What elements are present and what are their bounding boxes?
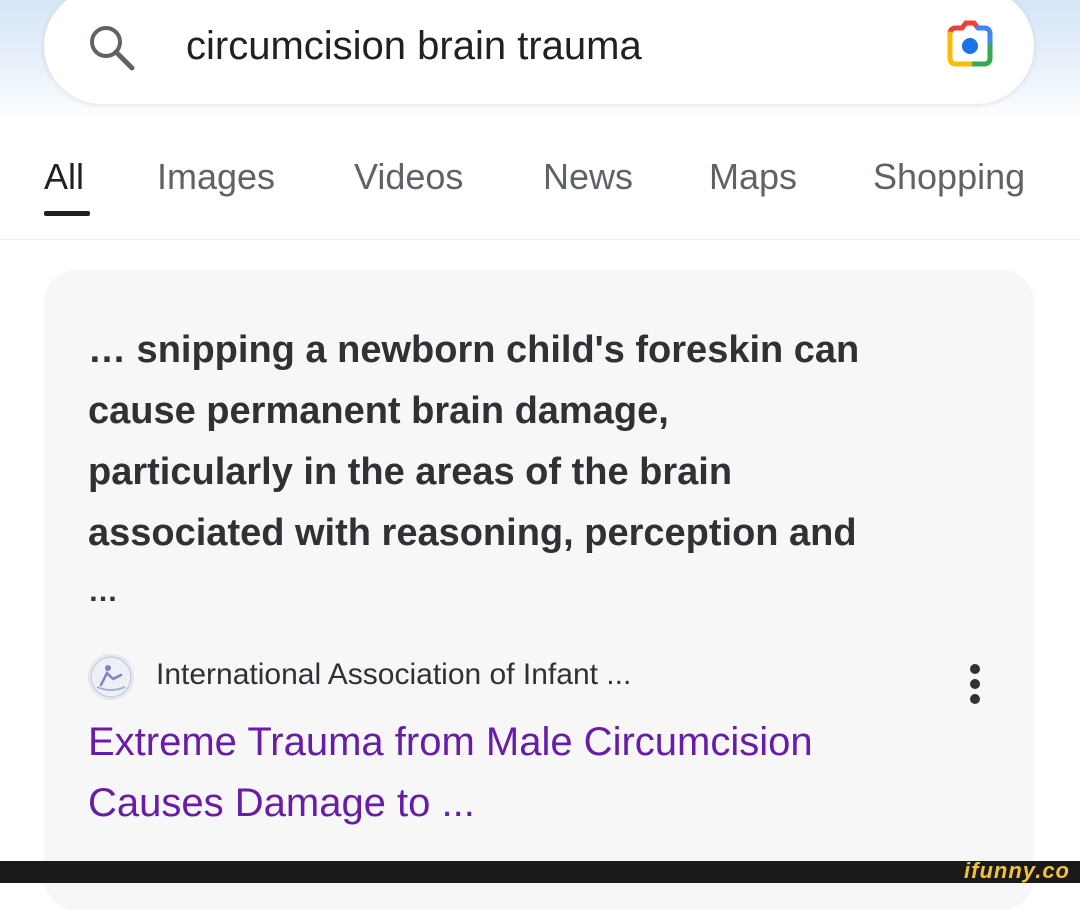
result-source-name[interactable]: International Association of Infant ... [156,658,631,692]
result-title-line[interactable]: Extreme Trauma from Male Circumcision [88,712,988,773]
infant-figure-icon [88,654,134,700]
more-vertical-icon[interactable] [965,660,985,706]
tab-videos[interactable]: Videos [354,156,463,198]
tab-all[interactable]: All [44,156,84,198]
result-title-line[interactable]: Causes Damage to ... [88,773,988,834]
snippet-line: … snipping a newborn child's foreskin ca… [88,329,860,371]
snippet-line: cause permanent brain damage, [88,390,669,432]
featured-snippet-text: … snipping a newborn child's foreskin ca… [88,320,1008,564]
search-tabs: All Images Videos News Maps Shopping [0,150,1080,240]
tabs-divider [0,239,1080,240]
snippet-line: associated with reasoning, perception an… [88,512,857,554]
tab-images[interactable]: Images [157,156,275,198]
watermark: ifunny.co [964,858,1070,883]
result-title-link[interactable]: Extreme Trauma from Male Circumcision Ca… [88,712,988,834]
footer-bar [0,861,1080,883]
tab-maps[interactable]: Maps [709,156,797,198]
search-icon[interactable] [86,22,136,72]
tab-shopping[interactable]: Shopping [873,156,1025,198]
active-tab-indicator [44,211,90,216]
snippet-ellipsis: … [88,575,122,608]
google-lens-camera-icon[interactable] [940,18,1000,74]
tab-news[interactable]: News [543,156,633,198]
snippet-line: particularly in the areas of the brain [88,451,733,493]
search-input[interactable]: circumcision brain trauma [186,20,642,72]
